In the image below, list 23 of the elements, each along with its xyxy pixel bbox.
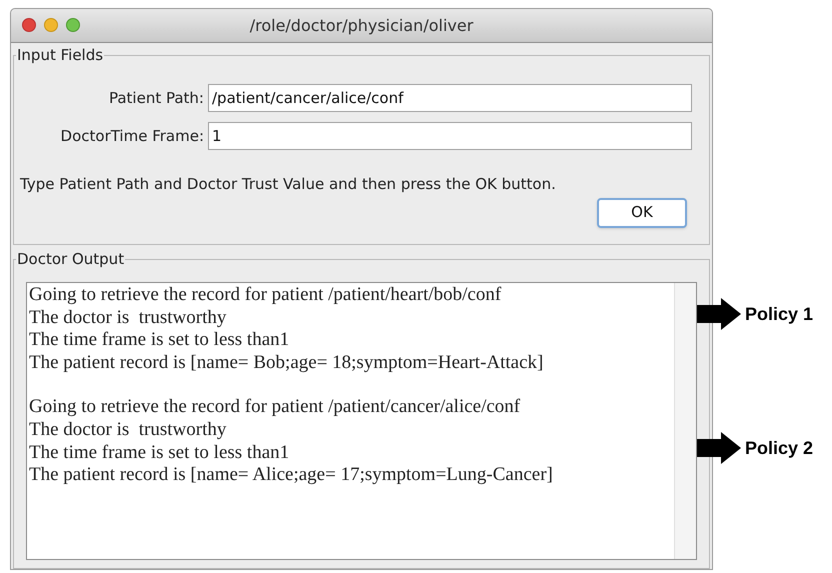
output-line: The patient record is [name= Alice;age= 17;symptom=Lung-Cancer] [29,464,553,487]
input-field[interactable]: 1 [208,122,692,150]
field-label: DoctorTime Frame: [60,126,205,147]
ok-button[interactable]: OK [597,198,687,228]
annotation-label: Policy 2 [745,436,814,460]
output-line: The patient record is [name= Bob;age= 18;symptom=Heart-Attack] [29,352,544,374]
output-line: The time frame is set to less than1 [29,442,290,464]
output-line: The doctor is trustworthy [29,306,226,330]
arrow-icon [697,298,741,330]
instruction-text: Type Patient Path and Doctor Trust Value and then press the OK button. [20,174,557,195]
output-line: Going to retrieve the record for patient /patient/cancer/alice/conf [29,396,520,419]
minimize-icon[interactable] [44,18,58,32]
output-line: The doctor is trustworthy [29,418,226,442]
scrollbar-track[interactable] [674,283,696,559]
input-field[interactable]: /patient/cancer/alice/conf [208,84,692,112]
arrow-icon [697,432,741,464]
field-label: Patient Path: [108,88,205,109]
window-title: /role/doctor/physician/oliver [250,14,474,36]
output-line: The time frame is set to less than1 [29,329,290,352]
close-icon[interactable] [22,18,36,32]
zoom-icon[interactable] [66,18,80,32]
output-line: Going to retrieve the record for patient /patient/heart/bob/conf [29,284,502,307]
annotation-label: Policy 1 [745,302,814,326]
